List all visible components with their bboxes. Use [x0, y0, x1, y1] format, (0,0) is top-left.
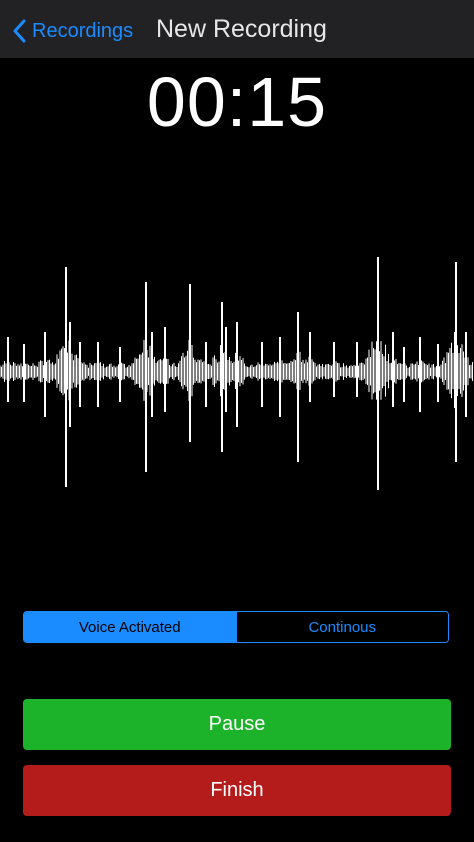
mode-segmented-control: Voice Activated Continous [23, 611, 449, 643]
back-button-label: Recordings [32, 19, 134, 42]
recording-timer: 00:15 [146, 63, 328, 141]
segment-continuous[interactable]: Continous [235, 612, 448, 642]
audio-waveform [0, 257, 473, 490]
navigation-bar: Recordings New Recording [0, 0, 474, 58]
segment-voice-activated[interactable]: Voice Activated [24, 612, 236, 642]
page-title: New Recording [156, 15, 327, 43]
pause-button[interactable]: Pause [23, 699, 451, 750]
back-button[interactable]: Recordings [12, 14, 133, 48]
finish-button[interactable]: Finish [23, 765, 451, 816]
chevron-left-icon [12, 19, 26, 43]
